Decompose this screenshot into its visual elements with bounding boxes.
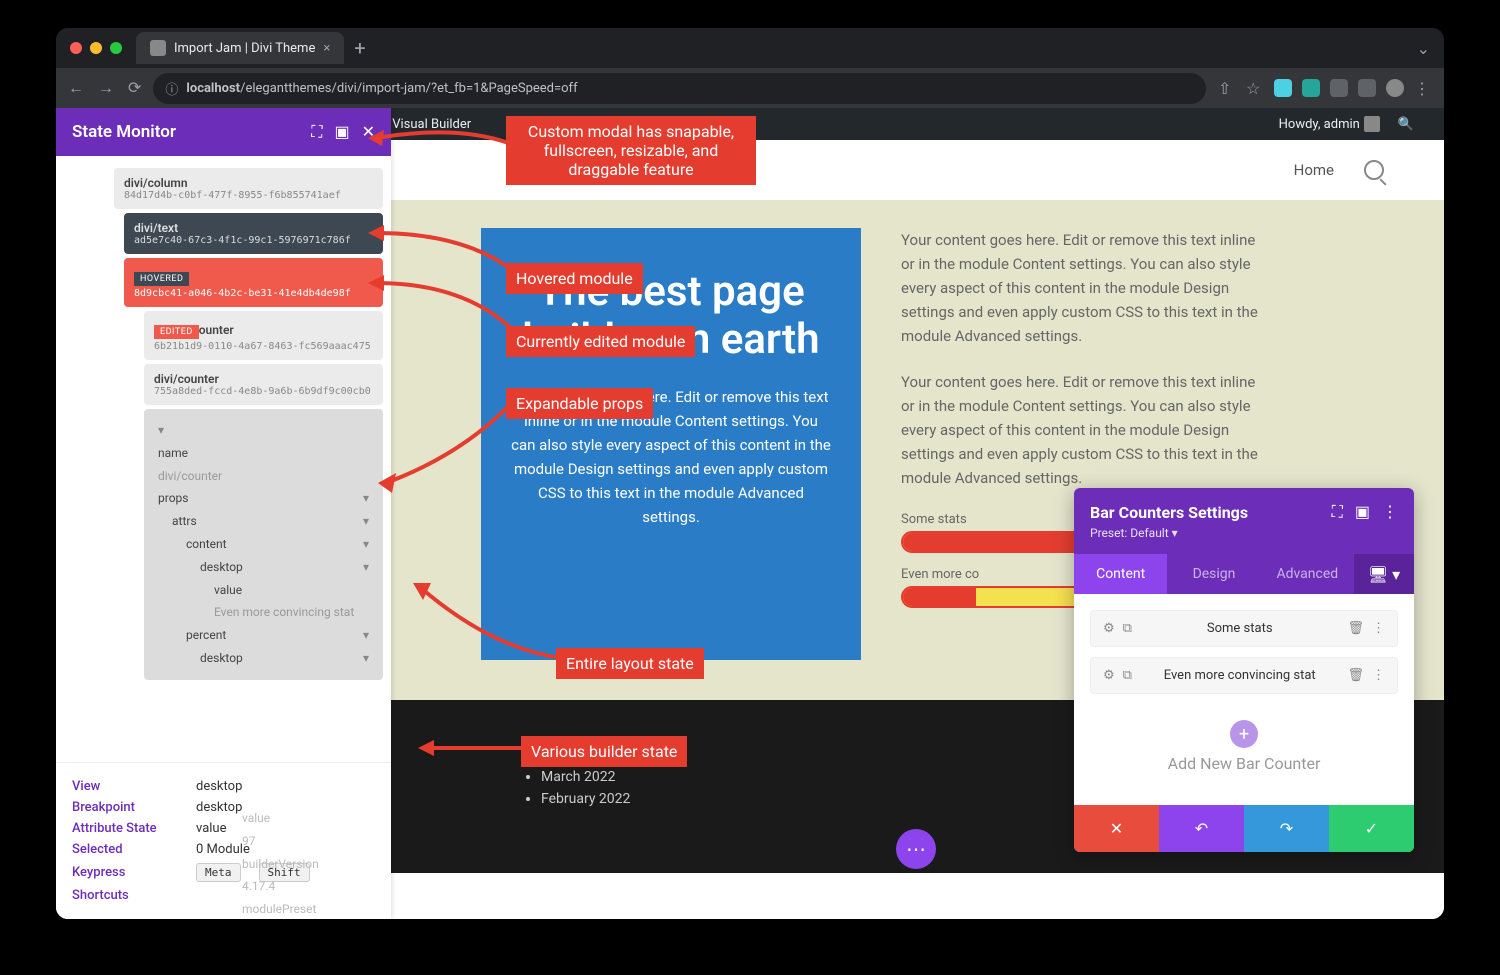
module-card[interactable]: divi/counter 755a8ded-fccd-4e8b-9a6b-6b9… <box>144 364 383 405</box>
fab-more-button[interactable]: ⋯ <box>896 829 936 869</box>
browser-window: Import Jam | Divi Theme × + ⌄ ← → ⟳ ⓘ lo… <box>56 28 1444 919</box>
tab-design[interactable]: Design <box>1167 554 1260 594</box>
maximize-window-icon[interactable] <box>110 42 122 54</box>
plus-icon[interactable]: + <box>1230 720 1258 748</box>
preset-selector[interactable]: Preset: Default ▾ <box>1090 526 1398 540</box>
more-icon[interactable]: ⋮ <box>1372 621 1385 636</box>
wp-search-icon[interactable]: 🔍 <box>1398 117 1414 132</box>
cancel-button[interactable]: ✕ <box>1074 805 1159 852</box>
browser-menu-icon[interactable]: ⋮ <box>1414 79 1432 97</box>
annotation-props: Expandable props <box>506 388 653 419</box>
annotation-edited: Currently edited module <box>506 326 695 357</box>
wp-howdy[interactable]: Howdy, admin <box>1279 116 1380 132</box>
url-path: /elegantthemes/divi/import-jam/?et_fb=1&… <box>240 81 578 96</box>
module-card-selected[interactable]: divi/text ad5e7c40-67c3-4f1c-99c1-597697… <box>124 213 383 254</box>
minimize-window-icon[interactable] <box>90 42 102 54</box>
counter-item-row[interactable]: ⚙⧉ Some stats 🗑⋮ <box>1090 610 1398 647</box>
counter-item-row[interactable]: ⚙⧉ Even more convincing stat 🗑⋮ <box>1090 657 1398 694</box>
annotation-layout: Entire layout state <box>556 648 704 679</box>
arrow-edited <box>366 273 526 343</box>
toolbar-right-icons: ⇧ ☆ ⋮ <box>1218 79 1432 97</box>
hovered-badge: HOVERED <box>134 272 189 286</box>
props-tree[interactable]: ▾ name divi/counter props▾ attrs▾ conten… <box>144 409 383 680</box>
arrow-layout <box>411 578 571 668</box>
more-icon[interactable]: ⋮ <box>1382 502 1398 522</box>
duplicate-icon[interactable]: ⧉ <box>1123 668 1132 683</box>
tab-close-icon[interactable]: × <box>323 41 330 56</box>
trash-icon[interactable]: 🗑 <box>1347 621 1364 636</box>
close-window-icon[interactable] <box>70 42 82 54</box>
bar-counters-settings-modal[interactable]: Bar Counters Settings ⛶ ▣ ⋮ Preset: Defa… <box>1074 488 1414 852</box>
state-monitor-title: State Monitor <box>72 122 311 142</box>
responsive-toggle[interactable]: 🖥 ▾ <box>1354 554 1414 594</box>
ext-icon-1[interactable] <box>1274 79 1292 97</box>
extensions-icon[interactable] <box>1330 79 1348 97</box>
settings-title: Bar Counters Settings <box>1090 503 1332 522</box>
share-icon[interactable]: ⇧ <box>1218 79 1236 97</box>
edited-badge: EDITED <box>154 325 199 339</box>
module-card[interactable]: divi/column 84d17d4b-c0bf-477f-8955-f6b8… <box>114 168 383 209</box>
duplicate-icon[interactable]: ⧉ <box>1123 621 1132 636</box>
redo-button[interactable]: ↷ <box>1244 805 1329 852</box>
state-monitor-header[interactable]: State Monitor ⛶ ▣ ✕ <box>56 108 391 156</box>
tab-title: Import Jam | Divi Theme <box>174 41 315 56</box>
nav-home-link[interactable]: Home <box>1294 161 1334 179</box>
window-controls[interactable] <box>70 42 122 54</box>
profile-avatar-icon[interactable] <box>1386 79 1404 97</box>
module-card-hovered[interactable]: HOVERED 8d9cbc41-a046-4b2c-be31-41e4db4d… <box>124 258 383 307</box>
url-host: localhost <box>186 81 240 96</box>
save-button[interactable]: ✓ <box>1329 805 1414 852</box>
settings-body: ⚙⧉ Some stats 🗑⋮ ⚙⧉ Even more convincing… <box>1074 594 1414 805</box>
new-tab-button[interactable]: + <box>354 36 365 60</box>
tab-content[interactable]: Content <box>1074 554 1167 594</box>
bookmark-icon[interactable]: ☆ <box>1246 79 1264 97</box>
site-search-icon[interactable] <box>1364 160 1384 180</box>
tab-advanced[interactable]: Advanced <box>1261 554 1354 594</box>
gear-icon[interactable]: ⚙ <box>1103 621 1115 636</box>
fullscreen-icon[interactable]: ⛶ <box>1332 502 1343 522</box>
right-text-1[interactable]: Your content goes here. Edit or remove t… <box>901 228 1271 348</box>
settings-footer: ✕ ↶ ↷ ✓ <box>1074 805 1414 852</box>
state-monitor-footer: value 97 builderVersion 4.17.4 modulePre… <box>56 762 391 919</box>
gear-icon[interactable]: ⚙ <box>1103 668 1115 683</box>
annotation-builder: Various builder state <box>521 736 687 767</box>
trash-icon[interactable]: 🗑 <box>1347 668 1364 683</box>
progress-fill-2 <box>903 588 976 606</box>
ext-icon-2[interactable] <box>1302 79 1320 97</box>
address-bar[interactable]: ⓘ localhost/elegantthemes/divi/import-ja… <box>153 73 1206 104</box>
state-monitor-body[interactable]: divi/column 84d17d4b-c0bf-477f-8955-f6b8… <box>56 156 391 762</box>
arrow-props <box>376 393 526 493</box>
annotation-modal-features: Custom modal has snapable, fullscreen, r… <box>506 116 756 185</box>
module-card-edited[interactable]: EDITEDounter 6b21b1d9-0110-4a67-8463-fc5… <box>144 311 383 360</box>
more-icon[interactable]: ⋮ <box>1372 668 1385 683</box>
state-monitor-panel: State Monitor ⛶ ▣ ✕ divi/column 84d17d4b… <box>56 108 391 919</box>
snap-icon[interactable]: ▣ <box>1355 502 1370 522</box>
right-text-2[interactable]: Your content goes here. Edit or remove t… <box>901 370 1271 490</box>
page-content-area: ⓦ 🏠 My Sites ✎ Edit Page D5 Dev Tools Ex… <box>56 108 1444 919</box>
browser-toolbar: ← → ⟳ ⓘ localhost/elegantthemes/divi/imp… <box>56 68 1444 108</box>
browser-titlebar: Import Jam | Divi Theme × + ⌄ <box>56 28 1444 68</box>
arrow-builder <box>416 733 536 763</box>
fullscreen-icon[interactable]: ⛶ <box>311 122 322 142</box>
tabs-dropdown-icon[interactable]: ⌄ <box>1417 39 1430 58</box>
add-new-counter-button[interactable]: + Add New Bar Counter <box>1090 704 1398 789</box>
reload-button[interactable]: ⟳ <box>128 78 141 98</box>
settings-tabs: Content Design Advanced 🖥 ▾ <box>1074 554 1414 594</box>
site-info-icon[interactable]: ⓘ <box>165 79 178 98</box>
undo-button[interactable]: ↶ <box>1159 805 1244 852</box>
arrow-to-header-icons <box>366 118 526 168</box>
settings-header[interactable]: Bar Counters Settings ⛶ ▣ ⋮ Preset: Defa… <box>1074 488 1414 554</box>
tab-favicon <box>150 40 166 56</box>
forward-button[interactable]: → <box>98 78 114 98</box>
panel-icon[interactable] <box>1358 79 1376 97</box>
browser-tab[interactable]: Import Jam | Divi Theme × <box>136 32 344 64</box>
annotation-hovered: Hovered module <box>506 263 643 294</box>
snap-icon[interactable]: ▣ <box>334 122 349 142</box>
back-button[interactable]: ← <box>68 78 84 98</box>
